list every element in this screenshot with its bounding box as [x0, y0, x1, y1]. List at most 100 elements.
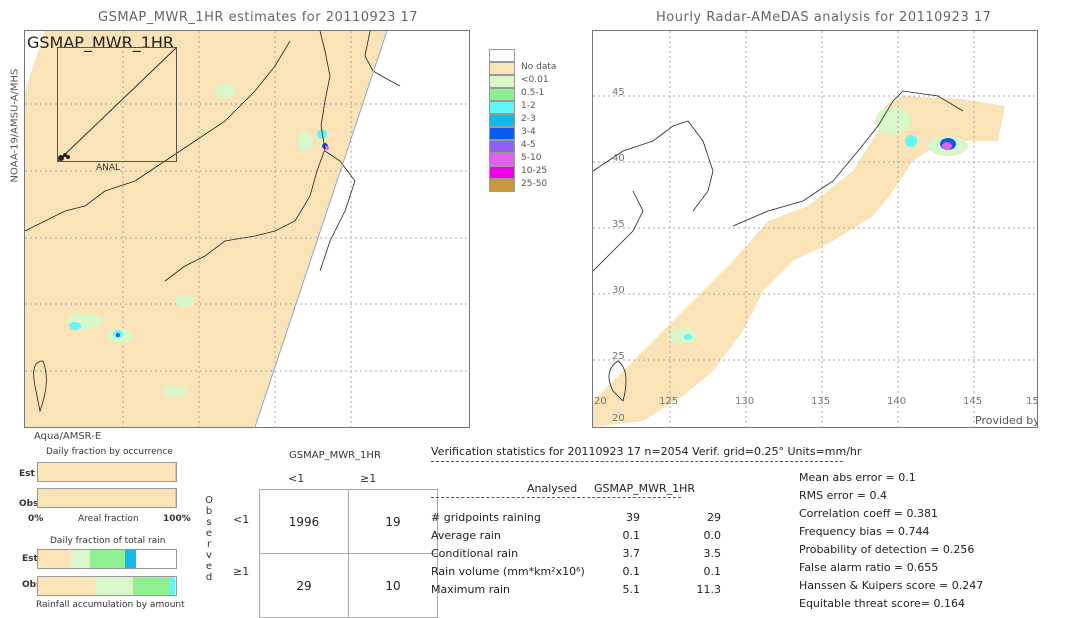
total-rain-footer: Rainfall accumulation by amount — [36, 600, 185, 610]
stacked-bar-segment — [38, 463, 175, 481]
stacked-bar-segment — [174, 489, 176, 507]
contingency-header: GSMAP_MWR_1HR — [289, 450, 381, 461]
cell-0-0: 1996 — [259, 489, 349, 554]
contingency-row-0: <1 — [233, 513, 250, 526]
lon-tick: 125 — [659, 396, 679, 407]
verification-label: Conditional rain — [431, 547, 519, 560]
verification-analysed: 0.1 — [622, 529, 641, 542]
legend-label: 0.5-1 — [521, 88, 545, 98]
lon-tick: 130 — [735, 396, 755, 407]
verification-label: Maximum rain — [431, 583, 510, 596]
legend-swatch — [489, 166, 515, 179]
verification-score: Probability of detection = 0.256 — [799, 543, 975, 556]
lon-tick: 140 — [887, 396, 907, 407]
lon-tick-corner: 20 — [594, 396, 607, 407]
col-analysed: Analysed — [527, 482, 578, 495]
stacked-bar-segment — [90, 550, 125, 568]
legend-swatch — [489, 179, 515, 192]
legend-label: 2-3 — [521, 114, 536, 124]
stacked-bar-segment — [71, 550, 91, 568]
verification-label: # gridpoints raining — [431, 511, 541, 524]
occurrence-est-label: Est — [19, 469, 35, 479]
total-rain-obs-bar — [37, 576, 177, 596]
verification-score: Frequency bias = 0.744 — [799, 525, 930, 538]
data-credit: Provided by JWA/JMA — [975, 414, 1037, 427]
stacked-bar-segment — [38, 550, 72, 568]
divider — [431, 461, 843, 462]
verification-model: 29 — [707, 511, 721, 524]
verification-score: RMS error = 0.4 — [799, 489, 887, 502]
legend-label: 4-5 — [521, 140, 536, 150]
lat-tick: 30 — [612, 285, 625, 296]
verification-analysed: 3.7 — [622, 547, 641, 560]
legend-swatch — [489, 101, 515, 114]
legend-label: 1-2 — [521, 101, 536, 111]
occurrence-axis-left: 0% — [28, 514, 44, 524]
verification-header: Verification statistics for 20110923 17 … — [431, 445, 862, 458]
right-map-svg — [593, 31, 1037, 427]
verification-label: Rain volume (mm*km²x10⁶) — [431, 565, 585, 578]
verification-score: Equitable threat score= 0.164 — [799, 597, 965, 610]
stacked-bar-segment — [133, 577, 170, 595]
lon-tick: 145 — [963, 396, 983, 407]
legend-swatch — [489, 127, 515, 140]
lon-tick: 135 — [811, 396, 831, 407]
legend-label: <0.01 — [521, 75, 549, 85]
legend-swatch — [489, 75, 515, 88]
legend-swatch — [489, 49, 515, 62]
right-map: Provided by JWA/JMA — [592, 30, 1038, 428]
left-map-bottom-label: Aqua/AMSR-E — [34, 431, 102, 442]
lat-tick: 20 — [612, 413, 625, 424]
contingency-row-1: ≥1 — [233, 565, 250, 578]
occurrence-obs-bar — [37, 488, 177, 508]
occurrence-axis-mid: Areal fraction — [78, 514, 139, 524]
legend-label: 5-10 — [521, 153, 542, 163]
stacked-bar-segment — [38, 577, 96, 595]
verification-score: Hanssen & Kuipers score = 0.247 — [799, 579, 984, 592]
cell-1-1: 10 — [348, 553, 438, 618]
legend-label: No data — [521, 62, 557, 72]
verification-model: 0.1 — [703, 565, 722, 578]
verification-score: False alarm ratio = 0.655 — [799, 561, 939, 574]
cell-0-1: 19 — [348, 489, 438, 554]
occurrence-axis-right: 100% — [163, 514, 191, 524]
legend-label: 3-4 — [521, 127, 536, 137]
stacked-bar-segment — [169, 577, 175, 595]
occurrence-title: Daily fraction by occurrence — [46, 447, 173, 457]
inset-scatter-plot — [57, 47, 177, 162]
rain-legend: No data <0.01 0.5-1 1-2 2-3 3-4 4-5 5-10 10-25 25… — [489, 49, 559, 192]
stacked-bar-segment — [38, 489, 175, 507]
stacked-bar-segment — [95, 577, 134, 595]
verification-score: Mean abs error = 0.1 — [799, 471, 916, 484]
lat-tick: 45 — [612, 87, 625, 98]
legend-swatch — [489, 140, 515, 153]
legend-label: 10-25 — [521, 166, 548, 176]
verification-score: Correlation coeff = 0.381 — [799, 507, 938, 520]
verification-label: Average rain — [431, 529, 501, 542]
stacked-bar-segment — [124, 550, 136, 568]
legend-label: 25-50 — [521, 179, 548, 189]
lat-tick: 40 — [612, 153, 625, 164]
verification-model: 11.3 — [696, 583, 722, 596]
col-model: GSMAP_MWR_1HR — [594, 482, 696, 495]
verification-analysed: 0.1 — [622, 565, 641, 578]
legend-swatch — [489, 62, 515, 75]
total-rain-est-bar — [37, 549, 177, 569]
cell-1-0: 29 — [259, 553, 349, 618]
divider — [431, 497, 681, 498]
right-map-title: Hourly Radar-AMeDAS analysis for 2011092… — [656, 10, 992, 25]
lat-tick: 25 — [612, 351, 625, 362]
total-rain-title: Daily fraction of total rain — [50, 536, 166, 546]
verification-analysed: 39 — [626, 511, 640, 524]
contingency-table: 1996 19 29 10 — [259, 489, 438, 618]
verification-analysed: 5.1 — [622, 583, 641, 596]
total-rain-est-label: Est — [22, 554, 38, 564]
verification-model: 0.0 — [703, 529, 722, 542]
occurrence-est-bar — [37, 462, 177, 482]
left-map-title: GSMAP_MWR_1HR estimates for 20110923 17 — [98, 10, 419, 25]
inset-xlabel: ANAL — [96, 163, 121, 173]
legend-swatch — [489, 88, 515, 101]
contingency-col-0: <1 — [288, 472, 305, 485]
left-map-ylabel: NOAA-19/AMSU-A/MHS — [9, 68, 21, 183]
stacked-bar-segment — [174, 463, 176, 481]
